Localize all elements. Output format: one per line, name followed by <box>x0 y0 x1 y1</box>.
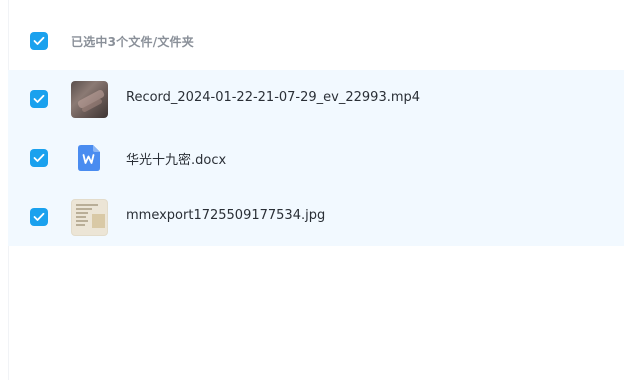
checkmark-icon <box>33 36 45 45</box>
file-checkbox[interactable] <box>30 149 48 167</box>
file-row[interactable]: mmexport1725509177534.jpg <box>8 188 624 246</box>
file-row[interactable]: Record_2024-01-22-21-07-29_ev_22993.mp4 <box>8 70 624 128</box>
selection-header: 已选中3个文件/文件夹 <box>0 26 624 56</box>
selection-count-label: 已选中3个文件/文件夹 <box>71 35 194 49</box>
file-row[interactable]: 华光十九密.docx <box>8 129 624 187</box>
file-checkbox[interactable] <box>30 90 48 108</box>
checkmark-icon <box>33 94 45 103</box>
word-doc-icon <box>78 145 100 171</box>
file-name: mmexport1725509177534.jpg <box>126 208 326 223</box>
image-thumbnail <box>71 199 108 236</box>
select-all-checkbox[interactable] <box>30 32 48 50</box>
file-name: 华光十九密.docx <box>126 153 227 168</box>
file-selection-panel: 已选中3个文件/文件夹 Record_2024-01-22-21-07-29_e… <box>0 0 624 380</box>
video-thumbnail <box>71 81 108 118</box>
checkmark-icon <box>33 212 45 221</box>
file-checkbox[interactable] <box>30 208 48 226</box>
file-list: Record_2024-01-22-21-07-29_ev_22993.mp4 … <box>8 70 624 246</box>
file-name: Record_2024-01-22-21-07-29_ev_22993.mp4 <box>126 90 421 105</box>
checkmark-icon <box>33 153 45 162</box>
